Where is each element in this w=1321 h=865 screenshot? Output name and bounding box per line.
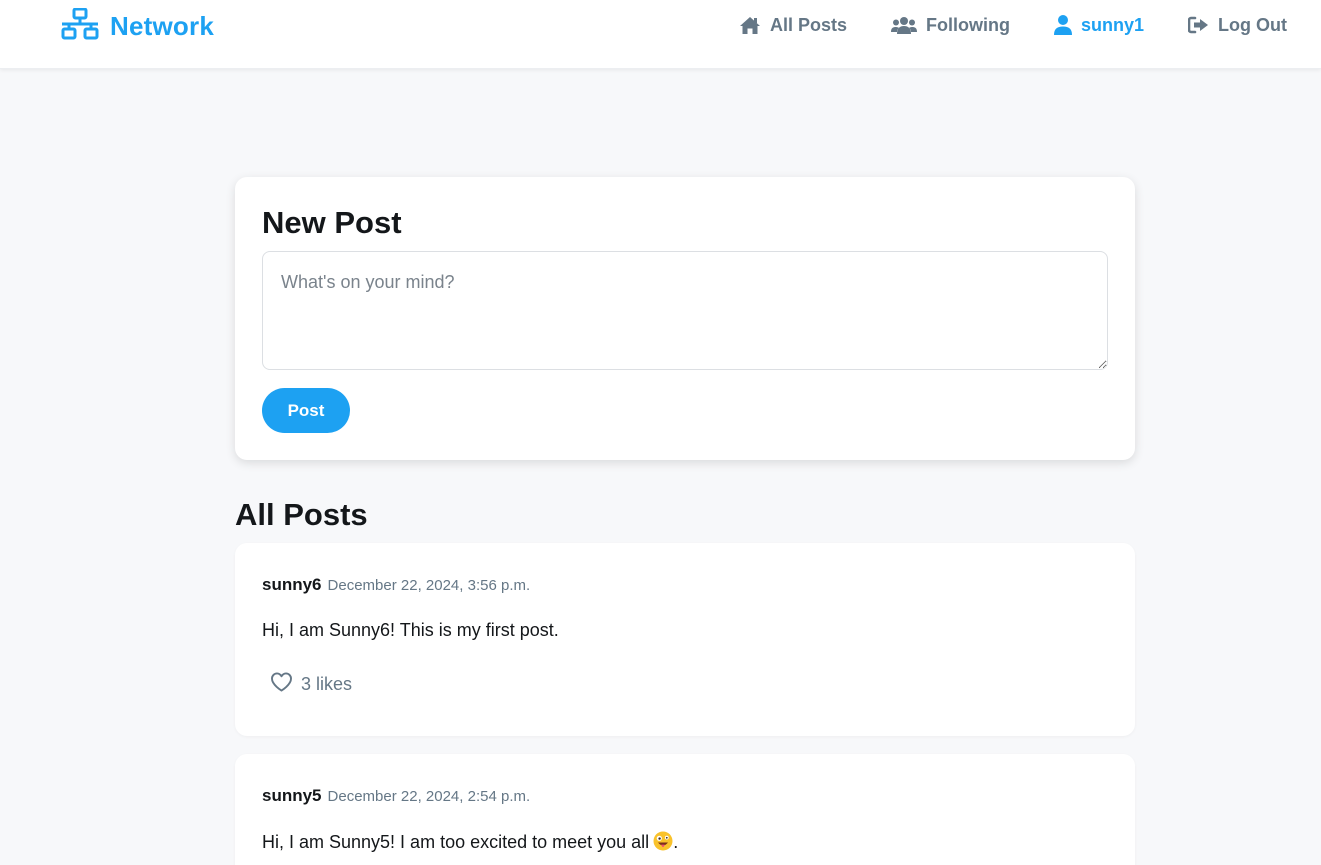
- heart-icon[interactable]: [270, 672, 293, 697]
- all-posts-heading: All Posts: [235, 497, 368, 532]
- post-timestamp: December 22, 2024, 2:54 p.m.: [327, 788, 531, 805]
- post-card: sunny6 December 22, 2024, 3:56 p.m. Hi, …: [235, 543, 1135, 736]
- post-content-text: Hi, I am Sunny5! I am too excited to mee…: [262, 832, 650, 852]
- user-icon: [1053, 15, 1072, 35]
- like-button[interactable]: 3 likes: [270, 672, 352, 697]
- new-post-title: New Post: [262, 205, 402, 240]
- logout-icon: [1188, 16, 1209, 34]
- post-card: sunny5 December 22, 2024, 2:54 p.m. Hi, …: [235, 754, 1135, 865]
- post-timestamp: December 22, 2024, 3:56 p.m.: [327, 577, 531, 594]
- post-content: Hi, I am Sunny6! This is my first post.: [262, 620, 559, 640]
- post-author[interactable]: sunny5: [262, 786, 322, 806]
- nav-following-label: Following: [926, 14, 1010, 35]
- brand-name: Network: [110, 10, 214, 41]
- post-header: sunny6 December 22, 2024, 3:56 p.m.: [262, 575, 530, 595]
- post-author[interactable]: sunny6: [262, 575, 322, 595]
- nav-following[interactable]: Following: [891, 15, 1010, 36]
- top-navbar: Network All Posts Following sunny1 Log O…: [0, 0, 1321, 69]
- nav-logout[interactable]: Log Out: [1188, 15, 1287, 36]
- post-content: Hi, I am Sunny5! I am too excited to mee…: [262, 831, 678, 853]
- new-post-card: New Post Post: [235, 177, 1135, 460]
- users-icon: [891, 16, 917, 34]
- nav-profile[interactable]: sunny1: [1053, 14, 1145, 36]
- zany-face-emoji: [653, 831, 673, 851]
- nav-all-posts-label: All Posts: [769, 14, 847, 35]
- nav-all-posts[interactable]: All Posts: [739, 15, 847, 36]
- nav-profile-label: sunny1: [1080, 14, 1145, 35]
- post-button[interactable]: Post: [262, 388, 350, 433]
- nav-links: All Posts Following sunny1 Log Out: [695, 10, 1287, 40]
- nav-logout-label: Log Out: [1218, 14, 1287, 35]
- post-header: sunny5 December 22, 2024, 2:54 p.m.: [262, 786, 530, 806]
- network-icon: [60, 7, 100, 45]
- brand-link[interactable]: Network: [60, 7, 214, 45]
- post-content-suffix: .: [673, 832, 679, 852]
- like-count: 3 likes: [301, 674, 353, 694]
- new-post-textarea[interactable]: [262, 251, 1108, 370]
- home-icon: [739, 16, 761, 35]
